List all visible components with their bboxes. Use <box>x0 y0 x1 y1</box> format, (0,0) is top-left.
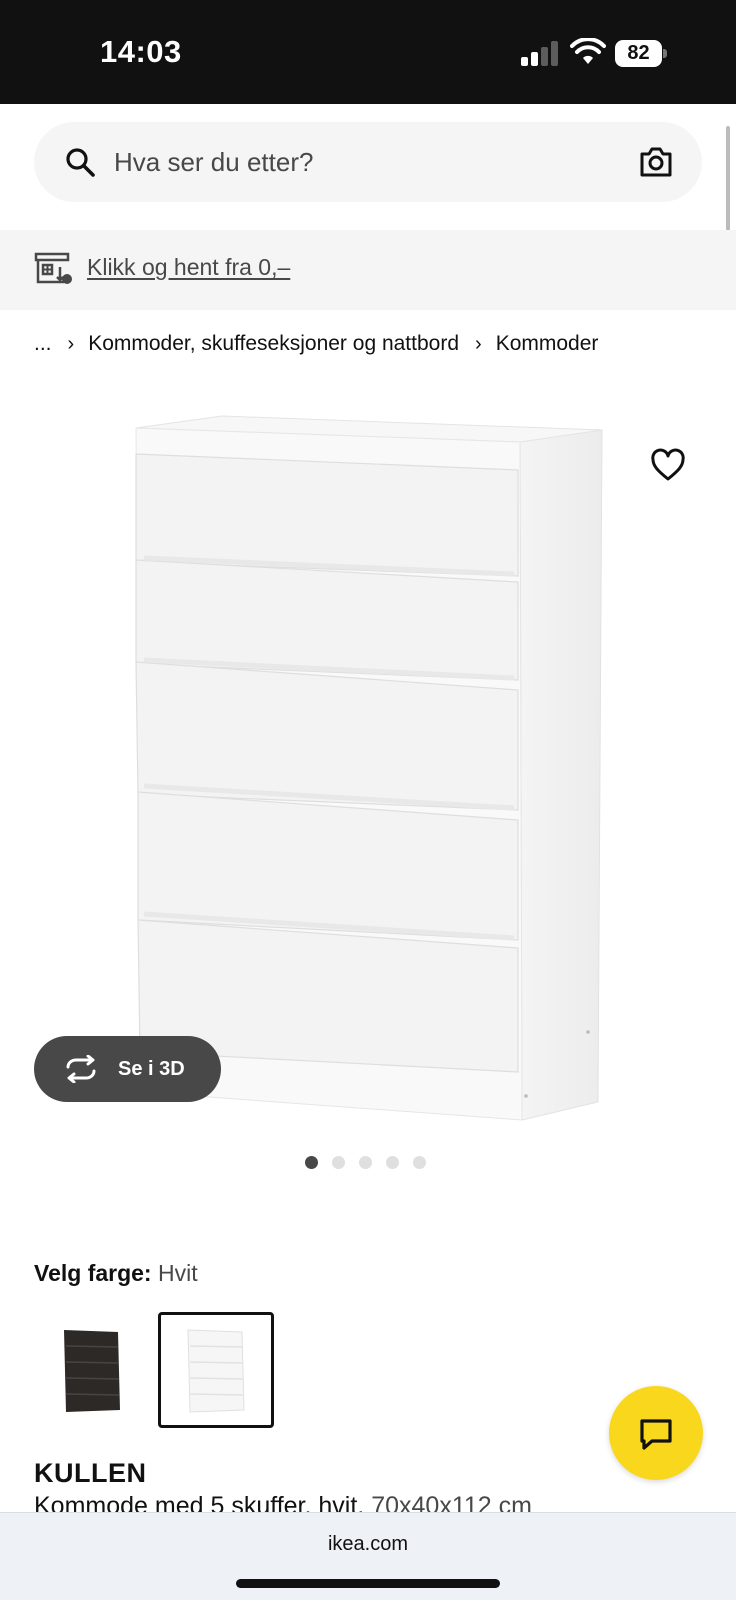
home-indicator[interactable] <box>236 1579 500 1588</box>
chevron-right-icon: › <box>67 332 75 355</box>
chat-icon <box>640 1419 672 1450</box>
carousel-dot[interactable] <box>359 1156 372 1169</box>
battery-level: 82 <box>615 40 662 67</box>
product-image[interactable] <box>130 412 606 1128</box>
swatch-thumbnail-black-brown <box>64 1330 120 1412</box>
camera-icon[interactable] <box>638 144 674 180</box>
status-time: 14:03 <box>100 34 182 69</box>
color-selected-value: Hvit <box>158 1260 198 1286</box>
browser-address-bar: ikea.com <box>0 1512 736 1600</box>
status-bar: 14:03 82 <box>0 0 736 104</box>
image-carousel-dots <box>305 1156 440 1169</box>
color-selector-label: Velg farge: Hvit <box>34 1260 198 1287</box>
rotate-3d-icon <box>66 1055 96 1083</box>
carousel-dot[interactable] <box>332 1156 345 1169</box>
browser-url[interactable]: ikea.com <box>0 1533 736 1556</box>
heart-icon[interactable] <box>650 448 686 484</box>
breadcrumb-item-chests-category[interactable]: Kommoder, skuffeseksjoner og nattbord <box>88 332 459 356</box>
breadcrumb-item-chests[interactable]: Kommoder <box>496 332 599 356</box>
product-name: KULLEN <box>34 1458 147 1488</box>
click-and-collect-link[interactable]: Klikk og hent fra 0,– <box>87 254 290 281</box>
color-swatch-white[interactable] <box>158 1312 274 1428</box>
carousel-dot[interactable] <box>386 1156 399 1169</box>
chat-button[interactable] <box>609 1386 703 1480</box>
pickup-banner: Klikk og hent fra 0,– <box>0 230 736 310</box>
breadcrumb: ... › Kommoder, skuffeseksjoner og nattb… <box>34 332 598 356</box>
swatch-thumbnail-white <box>187 1329 245 1413</box>
view-in-3d-label: Se i 3D <box>118 1057 185 1080</box>
search-input[interactable] <box>114 122 594 202</box>
carousel-dot[interactable] <box>413 1156 426 1169</box>
battery-icon: 82 <box>615 40 667 67</box>
search-bar[interactable] <box>34 122 702 202</box>
signal-icon <box>521 40 559 66</box>
store-icon <box>34 252 72 284</box>
color-label-title: Velg farge: <box>34 1260 152 1286</box>
search-icon <box>66 148 95 177</box>
wifi-icon <box>570 38 606 64</box>
view-in-3d-button[interactable]: Se i 3D <box>34 1036 221 1102</box>
chevron-right-icon: › <box>475 332 482 355</box>
color-swatch-black-brown[interactable] <box>34 1312 150 1428</box>
breadcrumb-ellipsis[interactable]: ... <box>34 332 52 356</box>
carousel-dot[interactable] <box>305 1156 318 1169</box>
